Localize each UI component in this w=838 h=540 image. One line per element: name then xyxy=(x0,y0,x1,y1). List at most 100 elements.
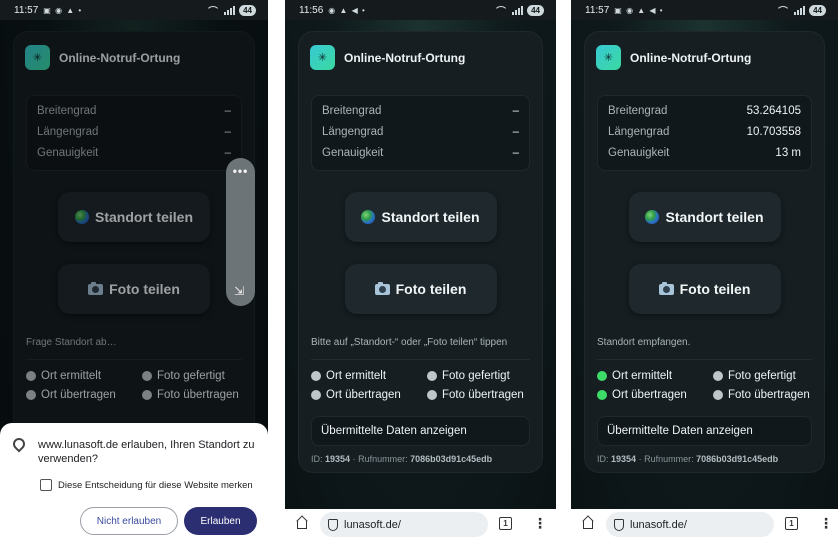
divider xyxy=(597,359,812,360)
shield-icon[interactable] xyxy=(328,518,338,531)
accuracy-value: – xyxy=(512,146,519,159)
step-photo-sent: Foto übertragen xyxy=(427,389,524,401)
share-photo-button[interactable]: Foto teilen xyxy=(628,264,781,314)
step-status-dot xyxy=(597,371,607,381)
remember-decision-option[interactable]: Diese Entscheidung für diese Website mer… xyxy=(40,479,253,491)
camera-icon xyxy=(658,281,674,295)
url-bar[interactable]: lunasoft.de/ xyxy=(606,512,774,537)
longitude-label: Längengrad xyxy=(608,125,670,138)
share-location-button[interactable]: Standort teilen xyxy=(344,192,497,242)
side-panel-handle[interactable]: ••• ⇲ xyxy=(226,158,255,306)
wifi-icon xyxy=(776,5,791,15)
battery-icon: 44 xyxy=(527,4,544,16)
info-row-longitude: Längengrad – xyxy=(322,121,519,142)
battery-icon: 44 xyxy=(809,4,826,16)
id-value: 19354 xyxy=(325,454,351,464)
longitude-value: 10.703558 xyxy=(746,125,801,138)
remember-checkbox[interactable] xyxy=(40,479,52,491)
app-logo-icon: ✳ xyxy=(596,45,621,70)
phone-screen-3: 11:57 ▣ ◉ ▲ ◀ • 44 ✳ Online-Notruf-Ortun… xyxy=(571,0,838,540)
step-location-found: Ort ermittelt xyxy=(311,370,386,382)
status-time: 11:57 xyxy=(585,4,610,16)
status-message: Standort empfangen. xyxy=(597,337,691,348)
url-bar[interactable]: lunasoft.de/ xyxy=(320,512,488,537)
divider xyxy=(311,359,530,360)
info-row-longitude: Längengrad 10.703558 xyxy=(608,121,801,142)
step-label: Ort übertragen xyxy=(326,389,401,401)
latitude-value: 53.264105 xyxy=(746,104,801,117)
info-row-latitude: Breitengrad – xyxy=(322,100,519,121)
location-pin-icon xyxy=(10,435,28,453)
status-bar: 11:57 ▣ ◉ ▲ ◀ • 44 xyxy=(571,0,838,20)
id-line: ID: 19354 · Rufnummer: 7086b03d91c45edb xyxy=(311,454,492,464)
id-label: ID: xyxy=(311,454,323,464)
more-dots-icon[interactable]: ••• xyxy=(226,164,255,178)
share-location-label: Standort teilen xyxy=(665,209,764,225)
step-label: Ort übertragen xyxy=(612,389,687,401)
id-value: 19354 xyxy=(611,454,637,464)
share-location-button[interactable]: Standort teilen xyxy=(628,192,781,242)
resize-icon[interactable]: ⇲ xyxy=(234,284,244,298)
remember-label: Diese Entscheidung für diese Website mer… xyxy=(58,479,253,491)
share-photo-label: Foto teilen xyxy=(395,281,467,297)
url-text: lunasoft.de/ xyxy=(344,518,401,531)
shield-icon[interactable] xyxy=(614,518,624,531)
signal-icon xyxy=(512,5,524,15)
accuracy-label: Genauigkeit xyxy=(608,146,670,159)
step-status-dot xyxy=(311,371,321,381)
wifi-icon xyxy=(206,5,221,15)
show-sent-data-button[interactable]: Übermittelte Daten anzeigen xyxy=(311,416,530,446)
status-bar: 11:56 ◉ ▲ ◀ • 44 xyxy=(285,0,556,20)
step-status-dot xyxy=(427,371,437,381)
accuracy-value: 13 m xyxy=(775,146,801,159)
status-time: 11:57 xyxy=(14,4,39,16)
step-photo-taken: Foto gefertigt xyxy=(713,370,796,382)
tabs-icon[interactable]: 1 xyxy=(785,517,798,530)
globe-icon xyxy=(361,210,376,224)
wifi-icon xyxy=(494,5,509,15)
signal-icon xyxy=(224,5,236,15)
permission-message: www.lunasoft.de erlauben, Ihren Standort… xyxy=(38,439,255,465)
home-icon[interactable] xyxy=(581,516,595,530)
menu-icon[interactable]: ⋮ xyxy=(533,514,547,533)
phone-value: 7086b03d91c45edb xyxy=(410,454,493,464)
step-photo-taken: Foto gefertigt xyxy=(427,370,510,382)
latitude-label: Breitengrad xyxy=(322,104,382,117)
step-label: Foto übertragen xyxy=(442,389,524,401)
home-icon[interactable] xyxy=(295,516,309,530)
share-photo-button[interactable]: Foto teilen xyxy=(344,264,497,314)
step-location-sent: Ort übertragen xyxy=(311,389,401,401)
notification-icons: ▣ ◉ ▲ • xyxy=(43,5,83,15)
phone-label: Rufnummer: xyxy=(358,454,408,464)
deny-button[interactable]: Nicht erlauben xyxy=(80,507,178,535)
card-header: ✳ Online-Notruf-Ortung xyxy=(596,45,751,70)
app-card: ✳ Online-Notruf-Ortung Breitengrad – Län… xyxy=(299,32,542,472)
step-location-found: Ort ermittelt xyxy=(597,370,672,382)
share-location-label: Standort teilen xyxy=(381,209,480,225)
step-location-sent: Ort übertragen xyxy=(597,389,687,401)
url-text: lunasoft.de/ xyxy=(630,518,687,531)
notification-icons: ◉ ▲ ◀ • xyxy=(328,5,366,15)
separator: · xyxy=(638,454,642,464)
location-info-panel: Breitengrad – Längengrad – Genauigkeit – xyxy=(311,95,530,171)
menu-icon[interactable]: ⋮ xyxy=(819,514,833,533)
id-line: ID: 19354 · Rufnummer: 7086b03d91c45edb xyxy=(597,454,778,464)
longitude-label: Längengrad xyxy=(322,125,384,138)
tabs-icon[interactable]: 1 xyxy=(499,517,512,530)
notification-icons: ▣ ◉ ▲ ◀ • xyxy=(614,5,664,15)
step-label: Ort ermittelt xyxy=(326,370,387,382)
phone-label: Rufnummer: xyxy=(644,454,694,464)
accuracy-label: Genauigkeit xyxy=(322,146,384,159)
app-title: Online-Notruf-Ortung xyxy=(630,50,752,65)
longitude-value: – xyxy=(512,125,519,138)
card-header: ✳ Online-Notruf-Ortung xyxy=(310,45,465,70)
app-card: ✳ Online-Notruf-Ortung Breitengrad 53.26… xyxy=(585,32,824,472)
id-label: ID: xyxy=(597,454,609,464)
phone-screen-2: 11:56 ◉ ▲ ◀ • 44 ✳ Online-Notruf-Ortung … xyxy=(285,0,556,540)
step-status-dot xyxy=(713,371,723,381)
allow-button[interactable]: Erlauben xyxy=(184,507,257,535)
info-row-accuracy: Genauigkeit – xyxy=(322,142,519,163)
latitude-value: – xyxy=(512,104,519,117)
camera-icon xyxy=(374,281,390,295)
show-sent-data-button[interactable]: Übermittelte Daten anzeigen xyxy=(597,416,812,446)
